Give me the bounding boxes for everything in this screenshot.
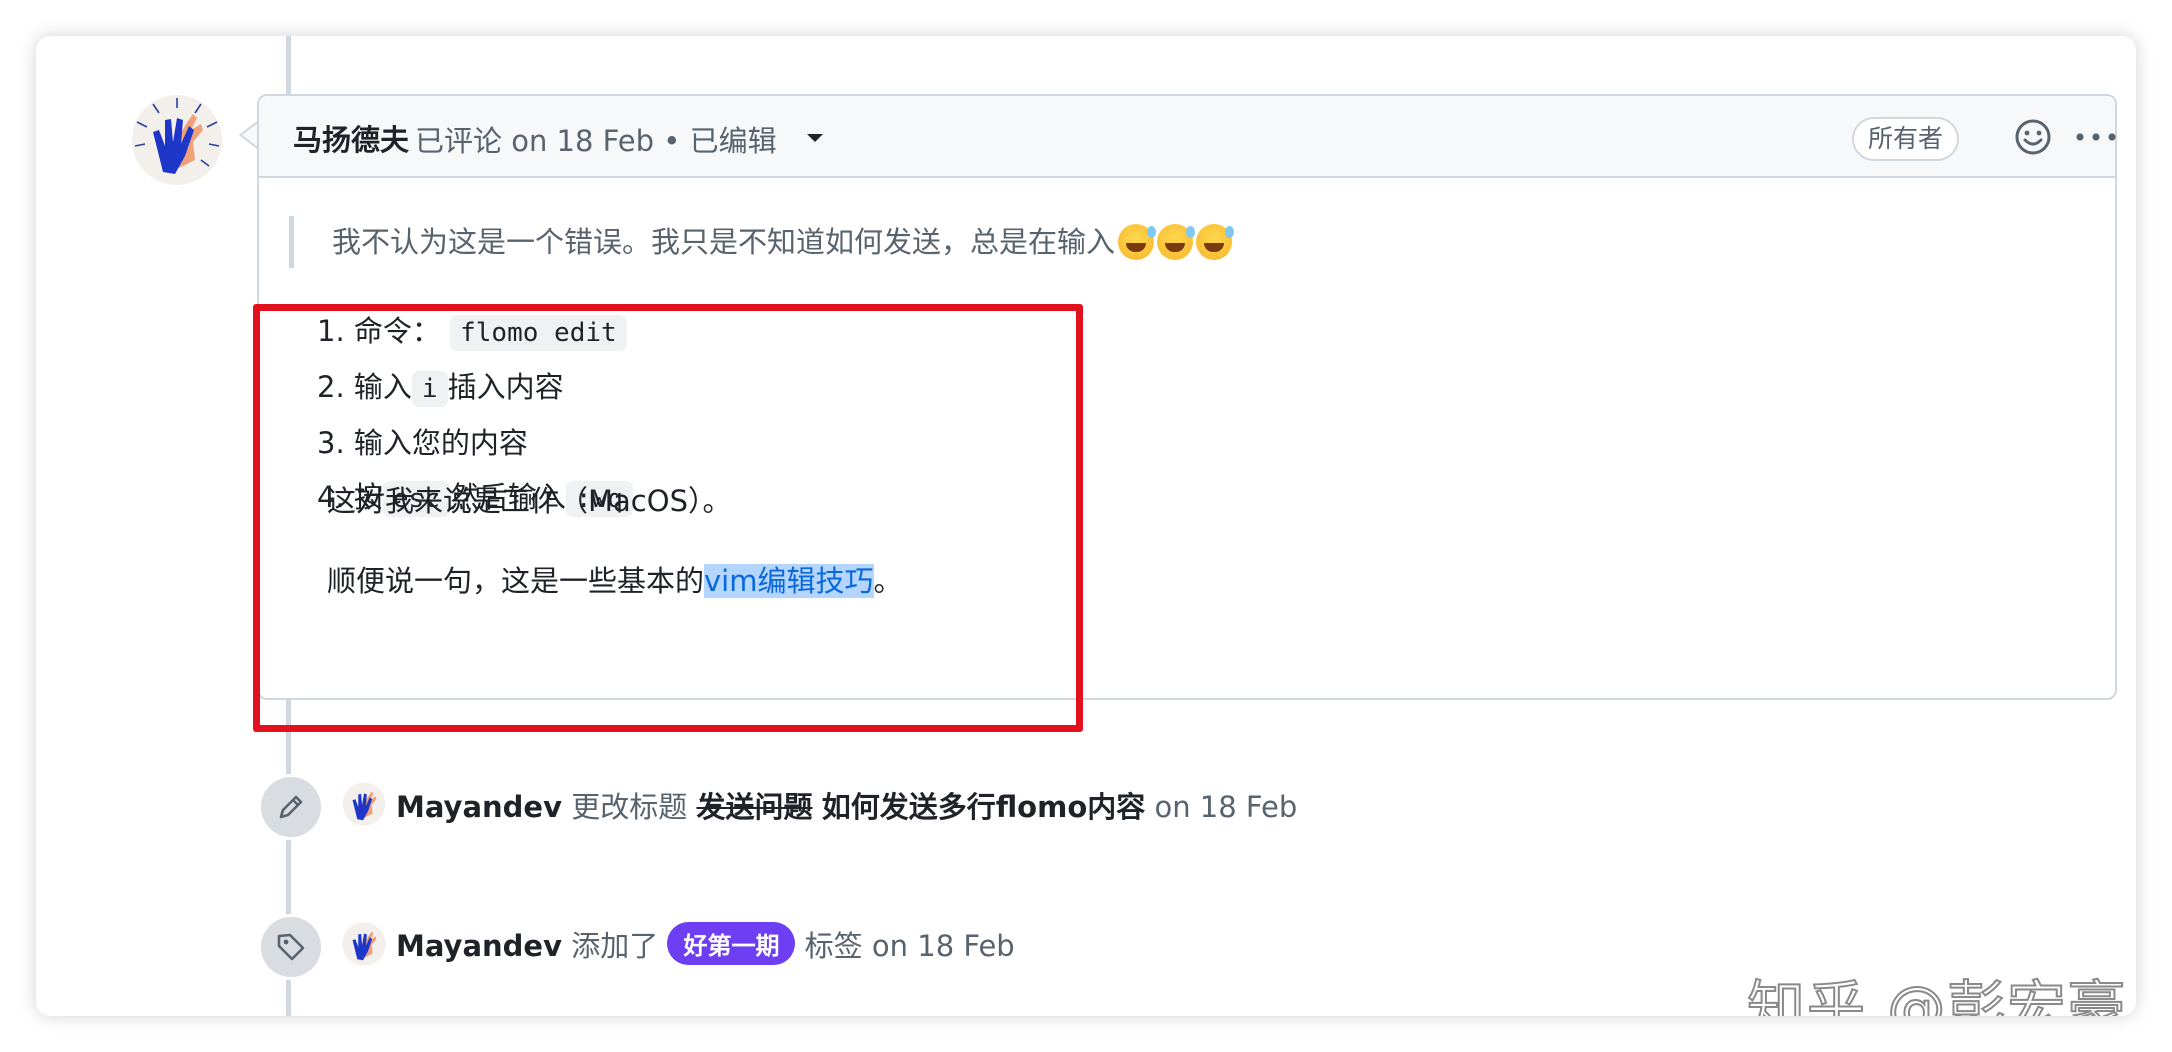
sweat-smile-emoji-icon <box>1196 224 1235 260</box>
pencil-event-badge <box>258 774 324 840</box>
tag-icon <box>277 933 305 961</box>
blockquote: 我不认为这是一个错误。我只是不知道如何发送，总是在输入 <box>289 216 1235 268</box>
old-title: 发送问题 <box>696 790 813 824</box>
comment-header: 马扬德夫 已评论 on 18 Feb • 已编辑 所有者 <box>259 96 2118 178</box>
new-title: 如何发送多行flomo内容 <box>821 790 1146 824</box>
event-time[interactable]: on 18 Feb <box>872 929 1015 963</box>
watermark: 知乎 @彭宏豪 <box>1746 973 2128 1016</box>
event-user[interactable]: Mayandev <box>396 790 562 824</box>
highlight-box <box>253 304 1083 732</box>
quote-text: 我不认为这是一个错误。我只是不知道如何发送，总是在输入 <box>332 225 1116 259</box>
comment-author[interactable]: 马扬德夫 <box>293 117 409 159</box>
label-event: Mayandev 添加了 好第一期 标签 on 18 Feb <box>396 922 1015 965</box>
comment-meta[interactable]: 已评论 on 18 Feb • 已编辑 <box>415 118 777 160</box>
user-avatar[interactable] <box>342 922 386 966</box>
timeline-card: 马扬德夫 已评论 on 18 Feb • 已编辑 所有者 我不认为这是一个错误。… <box>36 36 2136 1016</box>
label-badge[interactable]: 好第一期 <box>667 922 796 965</box>
owner-badge: 所有者 <box>1852 117 1960 161</box>
sweat-smile-emoji-icon <box>1118 224 1157 260</box>
kebab-more-icon[interactable] <box>2074 124 2118 150</box>
comment-arrow-inner <box>242 123 258 147</box>
caret-down-icon[interactable] <box>807 134 823 142</box>
event-time[interactable]: on 18 Feb <box>1154 790 1297 824</box>
pencil-icon <box>279 795 303 819</box>
sweat-smile-emoji-icon <box>1157 224 1196 260</box>
author-avatar[interactable] <box>131 94 223 186</box>
smiley-icon[interactable] <box>2013 117 2053 157</box>
rename-event: Mayandev 更改标题 发送问题 如何发送多行flomo内容 on 18 F… <box>396 790 1298 824</box>
tag-event-badge <box>258 914 324 980</box>
event-user[interactable]: Mayandev <box>396 929 562 963</box>
user-avatar[interactable] <box>342 782 386 826</box>
